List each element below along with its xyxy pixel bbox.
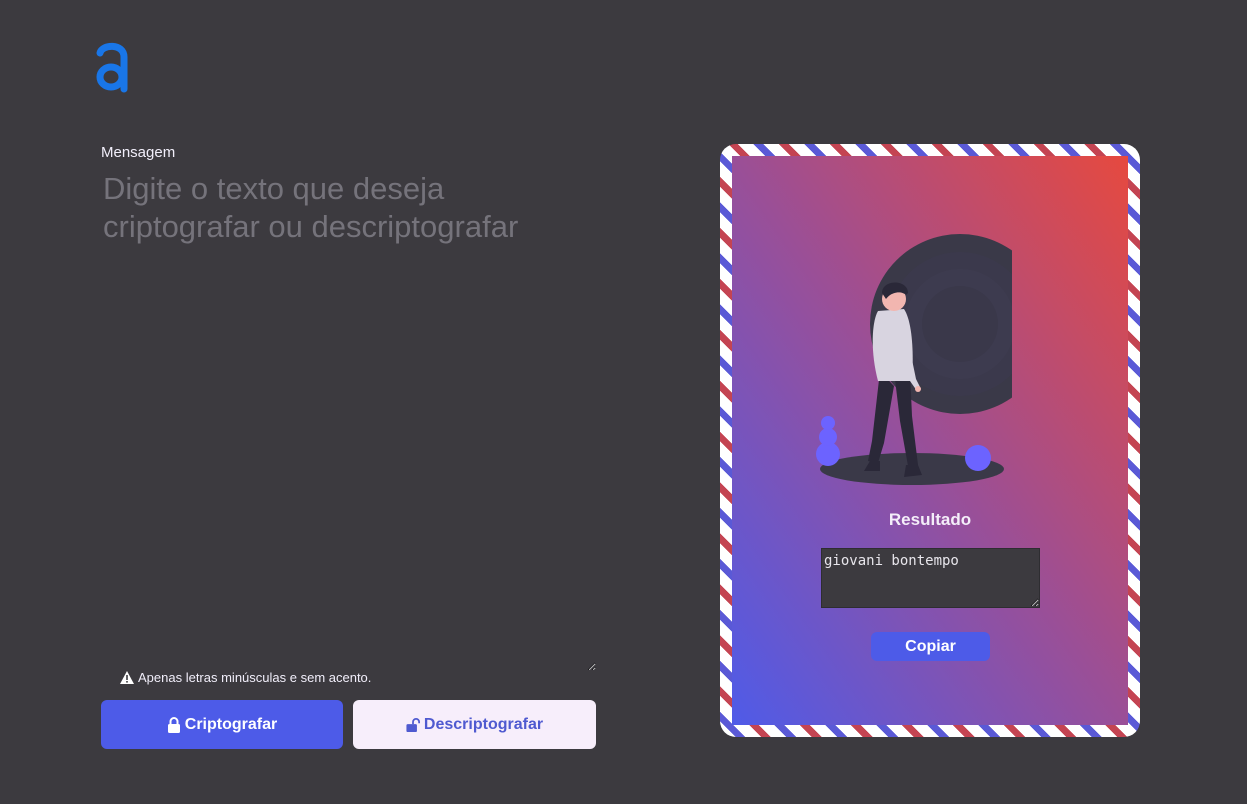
message-input[interactable]: [101, 168, 596, 671]
result-title: Resultado: [888, 510, 972, 529]
decrypt-label: Descriptografar: [423, 715, 544, 733]
encrypt-label: Criptografar: [184, 715, 278, 733]
result-card-panel: Resultado giovani bontempo Copiar: [732, 156, 1128, 725]
message-label: Mensagem: [101, 144, 176, 161]
warning-icon: [120, 671, 134, 684]
result-output[interactable]: giovani bontempo: [821, 548, 1040, 608]
encrypt-button[interactable]: Criptografar: [101, 700, 343, 749]
person-illustration: [812, 221, 1012, 486]
unlock-icon: [406, 717, 420, 733]
lock-icon: [167, 716, 181, 733]
decrypt-button[interactable]: Descriptografar: [353, 700, 596, 749]
result-card: Resultado giovani bontempo Copiar: [720, 144, 1140, 737]
logo: [94, 41, 130, 93]
copy-button[interactable]: Copiar: [871, 632, 990, 661]
logo-a-icon: [96, 42, 128, 93]
hint-label: Apenas letras minúsculas e sem acento.: [138, 670, 372, 685]
hint-text: Apenas letras minúsculas e sem acento.: [120, 670, 371, 685]
